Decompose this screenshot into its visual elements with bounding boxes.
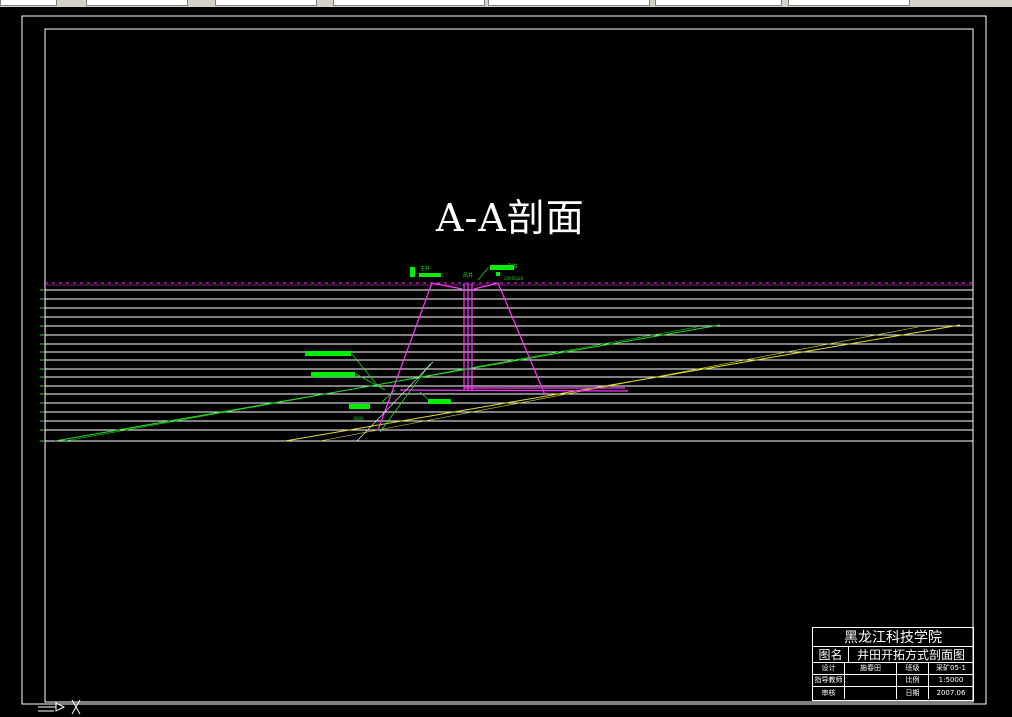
inner-frame [44, 28, 974, 703]
shaft-system [377, 282, 629, 431]
toolbar-field[interactable] [488, 0, 650, 6]
cell [845, 686, 897, 699]
toolbar-field[interactable] [215, 0, 317, 6]
cell: 审核 [813, 686, 845, 699]
cell: 班级 [897, 662, 929, 674]
title-block-row: 黑龙江科技学院 [813, 628, 973, 647]
toolbar-strip [0, 0, 1012, 7]
section-title: A-A剖面 [436, 196, 585, 240]
elevation-ticks [40, 289, 44, 442]
cell: 2007.06 [936, 688, 966, 697]
ucs-icon [38, 699, 81, 715]
cell: 施春田 [845, 662, 897, 674]
cell: 设计 [813, 662, 845, 674]
toolbar-field[interactable] [0, 0, 57, 6]
cell: 采矿05-1 [936, 664, 966, 672]
drawing-name-label: 图名 [813, 646, 849, 662]
toolbar-field[interactable] [333, 0, 485, 6]
cell: 日期 [897, 686, 929, 699]
institution-name: 黑龙江科技学院 [844, 630, 942, 646]
shaft-label-main: 主井 [420, 266, 431, 272]
drawing-name: 井田开拓方式剖面图 [856, 647, 965, 662]
elev-label-left: +20050/12 [418, 273, 441, 278]
cell: 指导教师 [813, 674, 845, 686]
title-block-row: 审核 日期 2007.06 [813, 686, 973, 699]
title-block-row: 图名 井田开拓方式剖面图 [813, 646, 973, 663]
cell: 比例 [897, 674, 929, 686]
drawing-svg [21, 15, 987, 705]
depth-label: -5600 [352, 416, 364, 421]
cell: 1:5000 [938, 676, 964, 684]
drawing-canvas[interactable]: A-A剖面 主井 副井 风井 +20050/12 20050/20 -5600 … [0, 7, 1012, 715]
title-block: 黑龙江科技学院 图名 井田开拓方式剖面图 设计 施春田 班级 采矿05-1 指导… [812, 627, 974, 701]
toolbar-field[interactable] [86, 0, 188, 6]
toolbar-field[interactable] [788, 0, 910, 6]
shaft-label-vent: 风井 [463, 273, 474, 279]
shaft-label-aux: 副井 [508, 264, 519, 270]
cell [845, 674, 897, 686]
toolbar-field[interactable] [655, 0, 782, 6]
elev-label-right: 20050/20 [504, 276, 524, 281]
